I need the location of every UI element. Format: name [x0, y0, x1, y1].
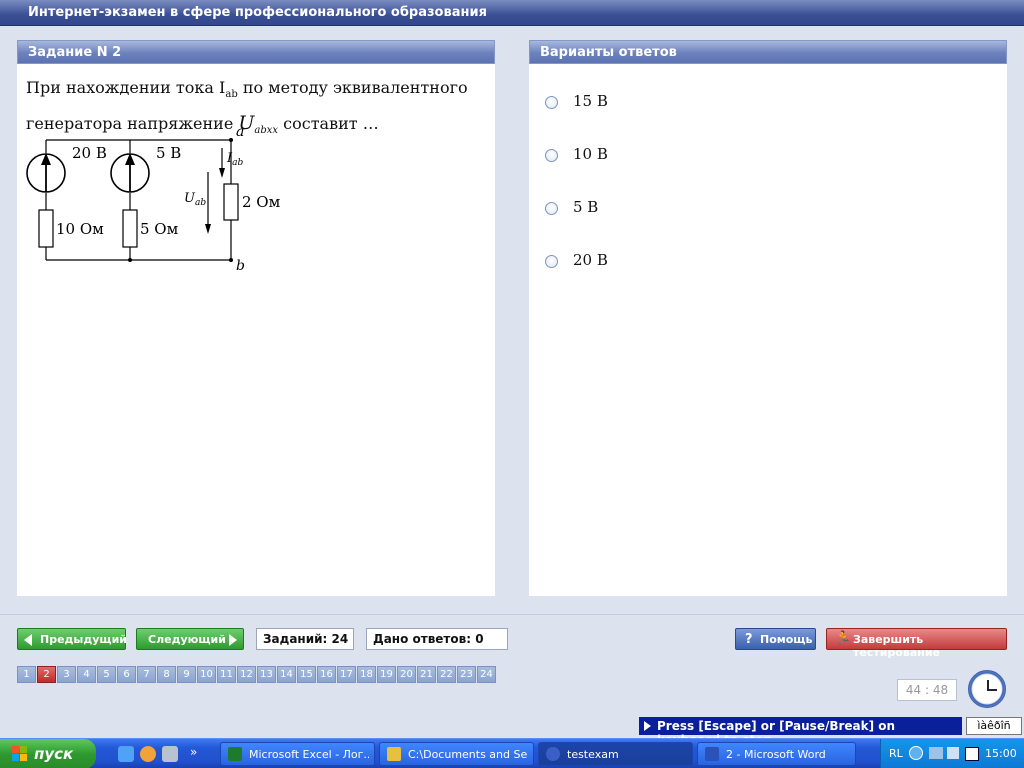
page-button-20[interactable]: 20 — [397, 666, 416, 683]
question-header: Задание N 2 — [17, 40, 495, 64]
radio-icon[interactable] — [545, 96, 558, 109]
help-button[interactable]: ? Помощь — [735, 628, 816, 650]
page-button-12[interactable]: 12 — [237, 666, 256, 683]
resistor-3-label: 2 Ом — [242, 193, 281, 211]
volume-icon[interactable] — [947, 747, 959, 759]
voltage-source-1-icon — [26, 153, 66, 193]
current-label: Iab — [226, 151, 244, 168]
page-button-18[interactable]: 18 — [357, 666, 376, 683]
answers-given-count: Дано ответов: 0 — [366, 628, 508, 650]
page-button-10[interactable]: 10 — [197, 666, 216, 683]
voltage-label: Uab — [184, 191, 206, 208]
globe-icon — [546, 747, 560, 761]
taskbar-item-excel[interactable]: Microsoft Excel - Лог... — [220, 742, 375, 766]
arrow-left-icon — [24, 634, 32, 646]
tasks-count: Заданий: 24 — [256, 628, 354, 650]
app-shortcut-icon[interactable] — [162, 746, 178, 762]
taskbar-item-word[interactable]: 2 - Microsoft Word — [697, 742, 856, 766]
network-icon[interactable] — [929, 747, 943, 759]
page-button-2[interactable]: 2 — [37, 666, 56, 683]
question-pager: 1 2 3 4 5 6 7 8 9 10 11 12 13 14 15 16 17 18 19 20 21 22 23 24 — [17, 666, 497, 683]
source-2-label: 5 В — [156, 144, 181, 162]
taskbar: пуск » Microsoft Excel - Лог... C:\Docum… — [0, 738, 1024, 768]
page-button-3[interactable]: 3 — [57, 666, 76, 683]
node-b-label: b — [236, 258, 245, 270]
taskbar-item-explorer[interactable]: C:\Documents and Se... — [379, 742, 534, 766]
answer-option-3[interactable]: 5 В — [543, 198, 743, 220]
page-button-5[interactable]: 5 — [97, 666, 116, 683]
previous-button[interactable]: Предыдущий — [17, 628, 127, 650]
page-button-21[interactable]: 21 — [417, 666, 436, 683]
ie-icon[interactable] — [118, 746, 134, 762]
question-number: Задание N 2 — [28, 45, 122, 60]
resistor-3-icon — [223, 183, 239, 221]
page-button-23[interactable]: 23 — [457, 666, 476, 683]
answer-label: 20 В — [573, 251, 608, 269]
circuit-diagram: 20 В 5 В 10 Ом 5 Ом 2 Ом a b Iab Uab — [26, 124, 281, 270]
clock-icon — [968, 670, 1006, 708]
answer-label: 5 В — [573, 198, 599, 216]
node-a-label: a — [236, 124, 244, 140]
system-tray: RL 15:00 — [880, 739, 1024, 768]
windows-logo-icon — [12, 746, 27, 761]
chevron-right-icon[interactable]: » — [190, 745, 197, 759]
answer-option-1[interactable]: 15 В — [543, 92, 743, 114]
timer: 44 : 48 — [897, 679, 957, 701]
stop-hint-bar: Press [Escape] or [Pause/Break] on keybo… — [639, 717, 962, 747]
radio-icon[interactable] — [545, 202, 558, 215]
answer-label: 15 В — [573, 92, 608, 110]
start-button[interactable]: пуск — [0, 739, 96, 768]
page-button-15[interactable]: 15 — [297, 666, 316, 683]
page-button-24[interactable]: 24 — [477, 666, 496, 683]
question-mark-icon: ? — [745, 632, 753, 647]
radio-icon[interactable] — [545, 149, 558, 162]
source-1-label: 20 В — [72, 144, 107, 162]
play-icon — [644, 721, 651, 731]
answer-option-2[interactable]: 10 В — [543, 145, 743, 167]
page-button-7[interactable]: 7 — [137, 666, 156, 683]
resistor-2-icon — [122, 209, 138, 248]
media-player-icon[interactable] — [140, 746, 156, 762]
page-button-4[interactable]: 4 — [77, 666, 96, 683]
page-button-17[interactable]: 17 — [337, 666, 356, 683]
folder-icon — [387, 747, 401, 761]
chevron-left-icon[interactable] — [909, 746, 923, 760]
app-title: Интернет-экзамен в сфере профессионально… — [28, 5, 487, 20]
resistor-1-label: 10 Ом — [56, 220, 104, 238]
page-button-6[interactable]: 6 — [117, 666, 136, 683]
page-button-22[interactable]: 22 — [437, 666, 456, 683]
next-button[interactable]: Следующий — [136, 628, 244, 650]
resistor-2-label: 5 Ом — [140, 220, 179, 238]
page-button-11[interactable]: 11 — [217, 666, 236, 683]
page-button-14[interactable]: 14 — [277, 666, 296, 683]
current-arrow-icon — [219, 148, 225, 178]
finish-test-button[interactable]: 🏃 Завершить тестирование — [826, 628, 1007, 659]
page-button-9[interactable]: 9 — [177, 666, 196, 683]
radio-icon[interactable] — [545, 255, 558, 268]
answer-option-4[interactable]: 20 В — [543, 251, 743, 273]
answers-title: Варианты ответов — [540, 45, 677, 60]
page-button-13[interactable]: 13 — [257, 666, 276, 683]
question-panel: Задание N 2 При нахождении тока Iab по м… — [17, 40, 495, 596]
page-button-19[interactable]: 19 — [377, 666, 396, 683]
word-icon — [705, 747, 719, 761]
arrow-right-icon — [229, 634, 237, 646]
tray-clock: 15:00 — [985, 747, 1017, 760]
running-man-icon: 🏃 — [835, 631, 852, 646]
page-button-16[interactable]: 16 — [317, 666, 336, 683]
media-play-icon[interactable] — [965, 747, 979, 761]
language-indicator: ìàêðîñ — [966, 717, 1022, 735]
answers-header: Варианты ответов — [529, 40, 1007, 64]
taskbar-item-testexam[interactable]: testexam — [538, 742, 693, 766]
resistor-1-icon — [38, 209, 54, 248]
page-button-1[interactable]: 1 — [17, 666, 36, 683]
answers-panel: Варианты ответов 15 В 10 В 5 В 20 В — [529, 40, 1007, 596]
page-button-8[interactable]: 8 — [157, 666, 176, 683]
answer-label: 10 В — [573, 145, 608, 163]
voltage-source-2-icon — [110, 153, 150, 193]
tray-language[interactable]: RL — [889, 747, 903, 760]
excel-icon — [228, 747, 242, 761]
app-title-bar: Интернет-экзамен в сфере профессионально… — [0, 0, 1024, 26]
